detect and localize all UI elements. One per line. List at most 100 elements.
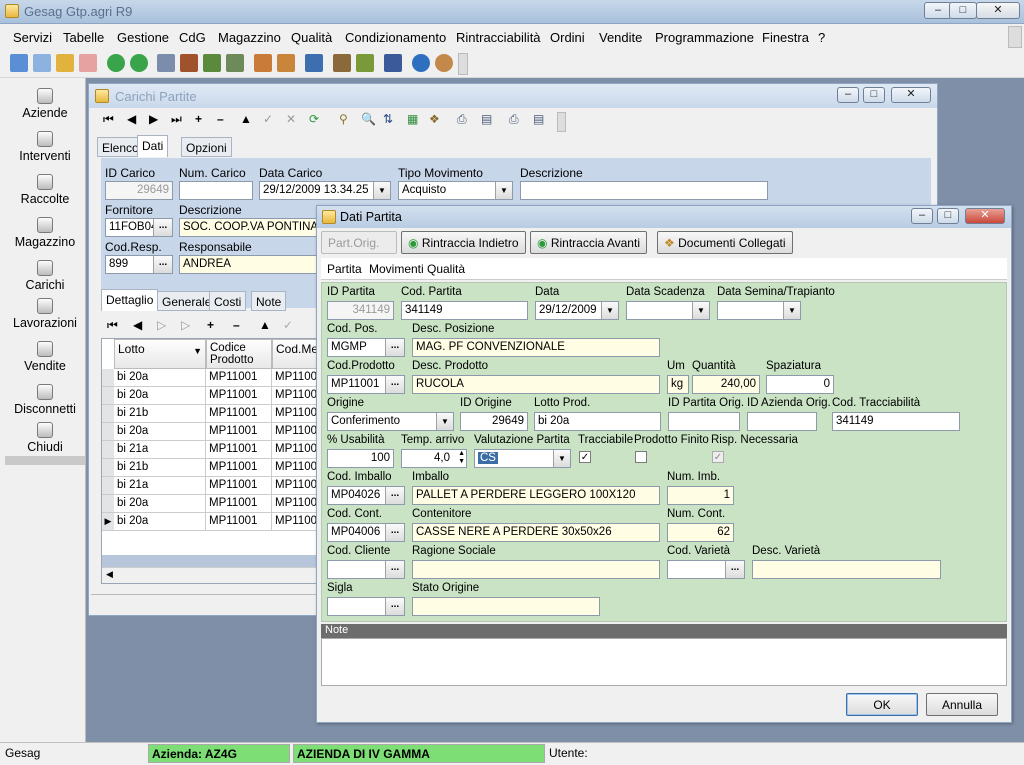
- column-header-codice-prodotto[interactable]: Codice Prodotto: [206, 339, 272, 369]
- lookup-button[interactable]: ...: [385, 561, 404, 578]
- tab-movimenti[interactable]: Movimenti: [369, 262, 424, 276]
- quantita-field[interactable]: 240,00: [692, 375, 760, 394]
- fornitore-field[interactable]: 11FOB04...: [105, 218, 173, 237]
- num-cont-field[interactable]: 62: [667, 523, 734, 542]
- menu-gestione[interactable]: Gestione: [117, 30, 169, 45]
- nav-collapse-bar[interactable]: [5, 456, 85, 465]
- menu-vendite[interactable]: Vendite: [599, 30, 642, 45]
- attach-icon[interactable]: ❖: [429, 112, 440, 126]
- print-preview-icon[interactable]: ▤: [481, 112, 492, 126]
- toolbar-overflow-button[interactable]: [458, 53, 468, 75]
- row-selector[interactable]: [102, 405, 114, 423]
- confirm-icon[interactable]: ✓: [263, 112, 273, 126]
- lookup-button[interactable]: ...: [153, 219, 172, 236]
- cod-cont-field[interactable]: MP04006...: [327, 523, 405, 542]
- chart-icon[interactable]: [157, 54, 175, 72]
- next-record-icon[interactable]: ▷: [157, 318, 166, 332]
- tab-qualita[interactable]: Qualità: [427, 262, 465, 276]
- cod-tracciabilita-field[interactable]: 341149: [832, 412, 960, 431]
- nav-chiudi[interactable]: Chiudi: [5, 422, 85, 454]
- spaziatura-field[interactable]: 0: [766, 375, 834, 394]
- column-header-cod-merc[interactable]: Cod.Merc: [272, 339, 320, 369]
- row-selector[interactable]: [102, 459, 114, 477]
- nav-raccolte[interactable]: Raccolte: [5, 174, 85, 206]
- carichi-toolbar-overflow[interactable]: [557, 112, 566, 132]
- table-cell[interactable]: MP11001: [206, 405, 272, 423]
- table-cell[interactable]: MP1100: [272, 495, 320, 513]
- tab-dati[interactable]: Dati: [137, 135, 169, 157]
- sigla-field[interactable]: ...: [327, 597, 405, 616]
- menu-servizi[interactable]: Servizi: [13, 30, 52, 45]
- table-cell[interactable]: bi 20a: [114, 369, 206, 387]
- cod-varieta-field[interactable]: ...: [667, 560, 745, 579]
- cod-cliente-field[interactable]: ...: [327, 560, 405, 579]
- delete-record-icon[interactable]: –: [217, 112, 224, 126]
- scroll-left-icon[interactable]: ◀: [106, 569, 113, 580]
- nav-interventi[interactable]: Interventi: [5, 131, 85, 163]
- id-partita-orig-field[interactable]: [668, 412, 740, 431]
- table-cell[interactable]: MP11001: [206, 441, 272, 459]
- data-scadenza-field[interactable]: ▼: [626, 301, 710, 320]
- chevron-down-icon[interactable]: ▼: [553, 450, 570, 467]
- table-cell[interactable]: MP1100: [272, 405, 320, 423]
- row-selector[interactable]: [102, 495, 114, 513]
- carichi-maximize-button[interactable]: □: [863, 87, 885, 103]
- field-icon[interactable]: [203, 54, 221, 72]
- nav-magazzino[interactable]: Magazzino: [5, 217, 85, 249]
- carichi-minimize-button[interactable]: –: [837, 87, 859, 103]
- last-record-icon[interactable]: ⏭: [171, 112, 182, 127]
- nav-aziende[interactable]: Aziende: [5, 88, 85, 120]
- usabilita-field[interactable]: 100: [327, 449, 394, 468]
- prodotto-finito-checkbox[interactable]: [635, 451, 647, 463]
- data-semina-field[interactable]: ▼: [717, 301, 801, 320]
- lotto-prod-field[interactable]: bi 20a: [534, 412, 661, 431]
- back-icon[interactable]: [107, 54, 125, 72]
- chevron-down-icon[interactable]: ▼: [783, 302, 800, 319]
- menu-finestra[interactable]: Finestra: [762, 30, 809, 45]
- table-cell[interactable]: bi 20a: [114, 423, 206, 441]
- table-cell[interactable]: MP1100: [272, 423, 320, 441]
- lookup-button[interactable]: ...: [385, 524, 404, 541]
- documents-icon[interactable]: [33, 54, 51, 72]
- chevron-down-icon[interactable]: ▼: [373, 182, 390, 199]
- menu-magazzino[interactable]: Magazzino: [218, 30, 281, 45]
- temp-arrivo-spinner[interactable]: 4,0 ▲ ▼: [401, 449, 467, 468]
- table-cell[interactable]: MP1100: [272, 441, 320, 459]
- subtab-costi[interactable]: Costi: [209, 291, 247, 311]
- boxes-icon[interactable]: [333, 54, 351, 72]
- refresh-icon[interactable]: ⟳: [309, 112, 319, 126]
- table-cell[interactable]: MP11001: [206, 513, 272, 531]
- delete-row-icon[interactable]: –: [233, 318, 240, 332]
- menu-ordini[interactable]: Ordini: [550, 30, 585, 45]
- tipo-movimento-select[interactable]: Acquisto ▼: [398, 181, 513, 200]
- crate-icon[interactable]: [180, 54, 198, 72]
- maximize-button[interactable]: □: [949, 2, 977, 19]
- annulla-button[interactable]: Annulla: [926, 693, 998, 716]
- spinner-arrows-icon[interactable]: ▲ ▼: [458, 450, 465, 466]
- table-cell[interactable]: MP1100: [272, 387, 320, 405]
- cod-imballo-field[interactable]: MP04026...: [327, 486, 405, 505]
- origine-select[interactable]: Conferimento ▼: [327, 412, 454, 431]
- valutazione-select[interactable]: CS ▼: [474, 449, 571, 468]
- rintraccia-indietro-button[interactable]: ◉ Rintraccia Indietro: [401, 231, 526, 254]
- dati-maximize-button[interactable]: □: [937, 208, 959, 224]
- last-record-icon[interactable]: ▷: [181, 318, 190, 332]
- dati-close-button[interactable]: ✕: [965, 208, 1005, 224]
- table-cell[interactable]: MP11001: [206, 495, 272, 513]
- cancel-icon[interactable]: ✕: [286, 112, 296, 126]
- row-selector[interactable]: [102, 423, 114, 441]
- calendar-icon[interactable]: [384, 54, 402, 72]
- menu-programmazione[interactable]: Programmazione: [655, 30, 754, 45]
- id-azienda-orig-field[interactable]: [747, 412, 817, 431]
- chevron-down-icon[interactable]: ▼: [495, 182, 512, 199]
- lookup-button[interactable]: ...: [385, 598, 404, 615]
- menu-scroll-button[interactable]: [1008, 26, 1022, 48]
- calculator-icon[interactable]: [254, 54, 272, 72]
- tractor-tool-icon[interactable]: [226, 54, 244, 72]
- rintraccia-avanti-button[interactable]: ◉ Rintraccia Avanti: [530, 231, 647, 254]
- table-cell[interactable]: MP11001: [206, 477, 272, 495]
- first-record-icon[interactable]: ⏮: [107, 318, 118, 333]
- descrizione-field[interactable]: [520, 181, 768, 200]
- nav-disconnetti[interactable]: Disconnetti: [5, 384, 85, 416]
- lookup-button[interactable]: ...: [385, 487, 404, 504]
